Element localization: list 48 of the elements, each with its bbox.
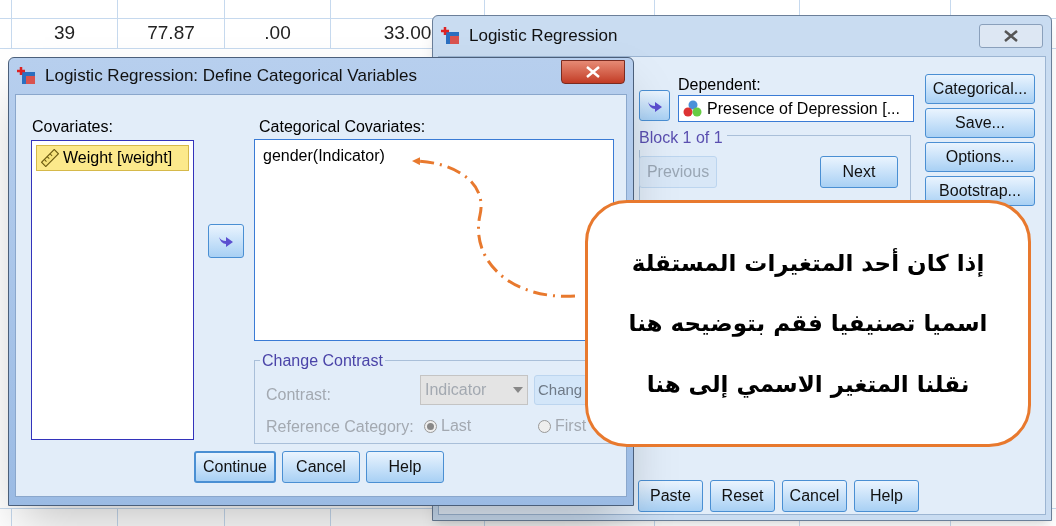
next-button[interactable]: Next bbox=[820, 156, 898, 188]
dependent-field[interactable]: Presence of Depression [... bbox=[678, 95, 914, 122]
dialog-button[interactable]: Continue bbox=[194, 451, 276, 483]
dialog-button[interactable]: Save... bbox=[925, 108, 1035, 138]
radio-label: Last bbox=[441, 416, 472, 436]
table-cell-text: 77.87 bbox=[147, 21, 195, 46]
move-arrow-button[interactable] bbox=[208, 224, 244, 258]
covariates-list[interactable]: Weight [weight] bbox=[31, 140, 194, 440]
dialog-button[interactable]: Cancel bbox=[782, 480, 847, 512]
nominal-icon bbox=[683, 99, 703, 118]
dropdown-caret-icon bbox=[513, 387, 523, 393]
table-cell-text: 33.00 bbox=[383, 21, 432, 46]
categorical-label: Categorical Covariates: bbox=[259, 117, 426, 137]
dialog-button[interactable]: Cancel bbox=[282, 451, 360, 483]
covariates-label: Covariates: bbox=[32, 117, 113, 137]
dialog-button[interactable]: Reset bbox=[710, 480, 775, 512]
table-cell-text: .00 bbox=[264, 21, 291, 46]
app-icon bbox=[441, 26, 461, 46]
arrow-icon bbox=[647, 99, 662, 112]
dialog-button[interactable]: Paste bbox=[638, 480, 703, 512]
close-button[interactable] bbox=[979, 24, 1043, 48]
move-arrow-button[interactable] bbox=[639, 90, 670, 121]
item-label: gender(Indicator) bbox=[263, 146, 385, 166]
radio-label: First bbox=[555, 416, 587, 436]
reference-label: Reference Category: bbox=[266, 417, 414, 437]
contrast-label: Contrast: bbox=[266, 385, 331, 405]
ruler-icon bbox=[41, 149, 59, 167]
dialog-button[interactable]: Options... bbox=[925, 142, 1035, 172]
table-cell-text: 39 bbox=[53, 21, 76, 46]
close-icon bbox=[586, 66, 600, 78]
callout-text: اسميا تصنيفيا فقم بتوضيحه هنا bbox=[628, 309, 988, 339]
categorical-list[interactable]: gender(Indicator) bbox=[254, 139, 614, 341]
dialog-button[interactable]: Help bbox=[854, 480, 919, 512]
dialog-button[interactable]: Help bbox=[366, 451, 444, 483]
callout-text: إذا كان أحد المتغيرات المستقلة bbox=[631, 247, 985, 279]
dependent-value: Presence of Depression [... bbox=[707, 98, 900, 119]
app-icon bbox=[17, 66, 37, 86]
dependent-label: Dependent: bbox=[678, 75, 761, 95]
dialog-button[interactable]: Categorical... bbox=[925, 74, 1035, 104]
list-item[interactable]: Weight [weight] bbox=[36, 145, 189, 171]
list-item[interactable]: gender(Indicator) bbox=[258, 143, 610, 169]
item-label: Weight [weight] bbox=[63, 148, 173, 168]
window-title: Logistic Regression bbox=[469, 25, 618, 48]
close-icon bbox=[1004, 30, 1018, 42]
window-title: Logistic Regression: Define Categorical Variables bbox=[45, 65, 417, 88]
close-button[interactable] bbox=[561, 60, 625, 84]
callout-text: نقلنا المتغير الاسمي إلى هنا bbox=[646, 369, 970, 400]
arrow-icon bbox=[219, 235, 233, 247]
